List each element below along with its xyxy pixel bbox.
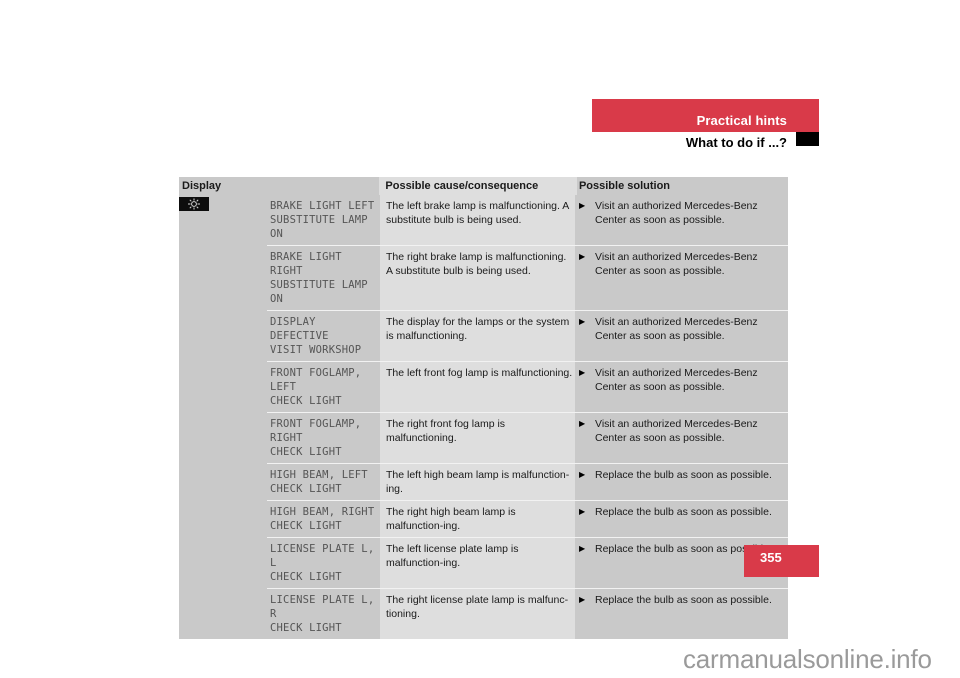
- display-message-line: LICENSE PLATE L, R: [270, 594, 375, 620]
- display-message: LICENSE PLATE L, L CHECK LIGHT: [267, 537, 380, 588]
- table-row: HIGH BEAM, LEFT CHECK LIGHT The left high …: [179, 463, 788, 500]
- solution-cell: ▶ Replace the bulb as soon as possible.: [575, 500, 788, 537]
- display-message-line: LICENSE PLATE L, L: [270, 543, 375, 569]
- section-header-bar: Practical hints: [592, 99, 819, 132]
- messages-table: Display Possible cause/consequence Possi…: [179, 177, 788, 639]
- bullet-arrow-icon: ▶: [579, 507, 586, 516]
- solution-text: Visit an authorized Mercedes-Benz Center…: [595, 316, 758, 342]
- column-header-solution: Possible solution: [576, 177, 788, 195]
- solution-cell: ▶ Replace the bulb as soon as possible.: [575, 463, 788, 500]
- display-message-line: CHECK LIGHT: [270, 446, 342, 458]
- solution-text: Replace the bulb as soon as possible.: [595, 469, 772, 481]
- section-title: Practical hints: [696, 113, 787, 128]
- solution-text: Visit an authorized Mercedes-Benz Center…: [595, 367, 758, 393]
- display-message-line: BRAKE LIGHT LEFT: [270, 200, 375, 212]
- table-row: HIGH BEAM, RIGHT CHECK LIGHT The right hig…: [179, 500, 788, 537]
- page-number-box: 355: [744, 545, 819, 577]
- display-message: HIGH BEAM, LEFT CHECK LIGHT: [267, 463, 380, 500]
- bullet-arrow-icon: ▶: [579, 317, 586, 326]
- table-row: LICENSE PLATE L, L CHECK LIGHT The left li…: [179, 537, 788, 588]
- solution-cell: ▶ Visit an authorized Mercedes-Benz Cente…: [575, 361, 788, 412]
- display-message: DISPLAY DEFECTIVE VISIT WORKSHOP: [267, 310, 380, 361]
- display-message-line: SUBSTITUTE LAMP ON: [270, 279, 368, 305]
- bullet-arrow-icon: ▶: [579, 470, 586, 479]
- cause-text: The right license plate lamp is malfunc-…: [380, 588, 575, 639]
- subsection-marker: [796, 132, 819, 146]
- column-header-display: Display: [179, 177, 380, 195]
- bullet-arrow-icon: ▶: [579, 252, 586, 261]
- icon-cell: [179, 310, 267, 361]
- table-row: BRAKE LIGHT RIGHT SUBSTITUTE LAMP ON The r…: [179, 245, 788, 310]
- display-message-line: HIGH BEAM, RIGHT: [270, 506, 375, 518]
- icon-cell: [179, 463, 267, 500]
- bullet-arrow-icon: ▶: [579, 544, 586, 553]
- icon-cell: [179, 361, 267, 412]
- table-row: FRONT FOGLAMP, LEFT CHECK LIGHT The left f…: [179, 361, 788, 412]
- display-message-line: FRONT FOGLAMP, RIGHT: [270, 418, 362, 444]
- solution-text: Replace the bulb as soon as possible.: [595, 594, 772, 606]
- display-message: HIGH BEAM, RIGHT CHECK LIGHT: [267, 500, 380, 537]
- table-header-row: Display Possible cause/consequence Possi…: [179, 177, 788, 195]
- solution-cell: ▶ Visit an authorized Mercedes-Benz Cente…: [575, 245, 788, 310]
- display-message: FRONT FOGLAMP, RIGHT CHECK LIGHT: [267, 412, 380, 463]
- display-message-line: CHECK LIGHT: [270, 520, 342, 532]
- subsection-header: What to do if ...?: [592, 132, 819, 152]
- icon-cell: [179, 195, 267, 245]
- bullet-arrow-icon: ▶: [579, 368, 586, 377]
- solution-text: Visit an authorized Mercedes-Benz Center…: [595, 200, 758, 226]
- table-row: FRONT FOGLAMP, RIGHT CHECK LIGHT The right…: [179, 412, 788, 463]
- table-row: LICENSE PLATE L, R CHECK LIGHT The right l…: [179, 588, 788, 639]
- watermark: carmanualsonline.info: [683, 644, 932, 674]
- solution-cell: ▶ Replace the bulb as soon as possible.: [575, 588, 788, 639]
- display-message-line: CHECK LIGHT: [270, 622, 342, 634]
- bullet-arrow-icon: ▶: [579, 595, 586, 604]
- cause-text: The right high beam lamp is malfunction-…: [380, 500, 575, 537]
- display-message: LICENSE PLATE L, R CHECK LIGHT: [267, 588, 380, 639]
- cause-text: The left high beam lamp is malfunction-i…: [380, 463, 575, 500]
- bullet-arrow-icon: ▶: [579, 201, 586, 210]
- table-row: DISPLAY DEFECTIVE VISIT WORKSHOP The displ…: [179, 310, 788, 361]
- display-message: FRONT FOGLAMP, LEFT CHECK LIGHT: [267, 361, 380, 412]
- display-message-line: VISIT WORKSHOP: [270, 344, 362, 356]
- cause-text: The right brake lamp is malfunctioning. …: [380, 245, 575, 310]
- exterior-lamp-icon: [179, 197, 209, 211]
- icon-cell: [179, 500, 267, 537]
- table-body: BRAKE LIGHT LEFT SUBSTITUTE LAMP ON The le…: [179, 195, 788, 639]
- display-message-line: CHECK LIGHT: [270, 571, 342, 583]
- solution-cell: ▶ Visit an authorized Mercedes-Benz Cente…: [575, 310, 788, 361]
- bullet-arrow-icon: ▶: [579, 419, 586, 428]
- icon-cell: [179, 537, 267, 588]
- display-message-line: HIGH BEAM, LEFT: [270, 469, 368, 481]
- table-row: BRAKE LIGHT LEFT SUBSTITUTE LAMP ON The le…: [179, 195, 788, 245]
- icon-cell: [179, 588, 267, 639]
- display-message-line: CHECK LIGHT: [270, 395, 342, 407]
- cause-text: The right front fog lamp is malfunctioni…: [380, 412, 575, 463]
- solution-text: Visit an authorized Mercedes-Benz Center…: [595, 418, 758, 444]
- display-message: BRAKE LIGHT LEFT SUBSTITUTE LAMP ON: [267, 195, 380, 245]
- display-message: BRAKE LIGHT RIGHT SUBSTITUTE LAMP ON: [267, 245, 380, 310]
- display-message-line: SUBSTITUTE LAMP ON: [270, 214, 368, 240]
- display-message-line: BRAKE LIGHT RIGHT: [270, 251, 342, 277]
- icon-cell: [179, 412, 267, 463]
- display-message-line: DISPLAY DEFECTIVE: [270, 316, 329, 342]
- cause-text: The left license plate lamp is malfuncti…: [380, 537, 575, 588]
- page-number: 355: [760, 550, 782, 565]
- solution-text: Visit an authorized Mercedes-Benz Center…: [595, 251, 758, 277]
- cause-text: The left front fog lamp is malfunctionin…: [380, 361, 575, 412]
- solution-text: Replace the bulb as soon as possible.: [595, 506, 772, 518]
- solution-cell: ▶ Visit an authorized Mercedes-Benz Cente…: [575, 412, 788, 463]
- icon-cell: [179, 245, 267, 310]
- display-message-line: CHECK LIGHT: [270, 483, 342, 495]
- cause-text: The left brake lamp is malfunctioning. A…: [380, 195, 575, 245]
- column-header-cause: Possible cause/consequence: [379, 177, 577, 195]
- solution-cell: ▶ Visit an authorized Mercedes-Benz Cente…: [575, 195, 788, 245]
- cause-text: The display for the lamps or the system …: [380, 310, 575, 361]
- display-message-line: FRONT FOGLAMP, LEFT: [270, 367, 362, 393]
- subsection-title: What to do if ...?: [685, 135, 787, 150]
